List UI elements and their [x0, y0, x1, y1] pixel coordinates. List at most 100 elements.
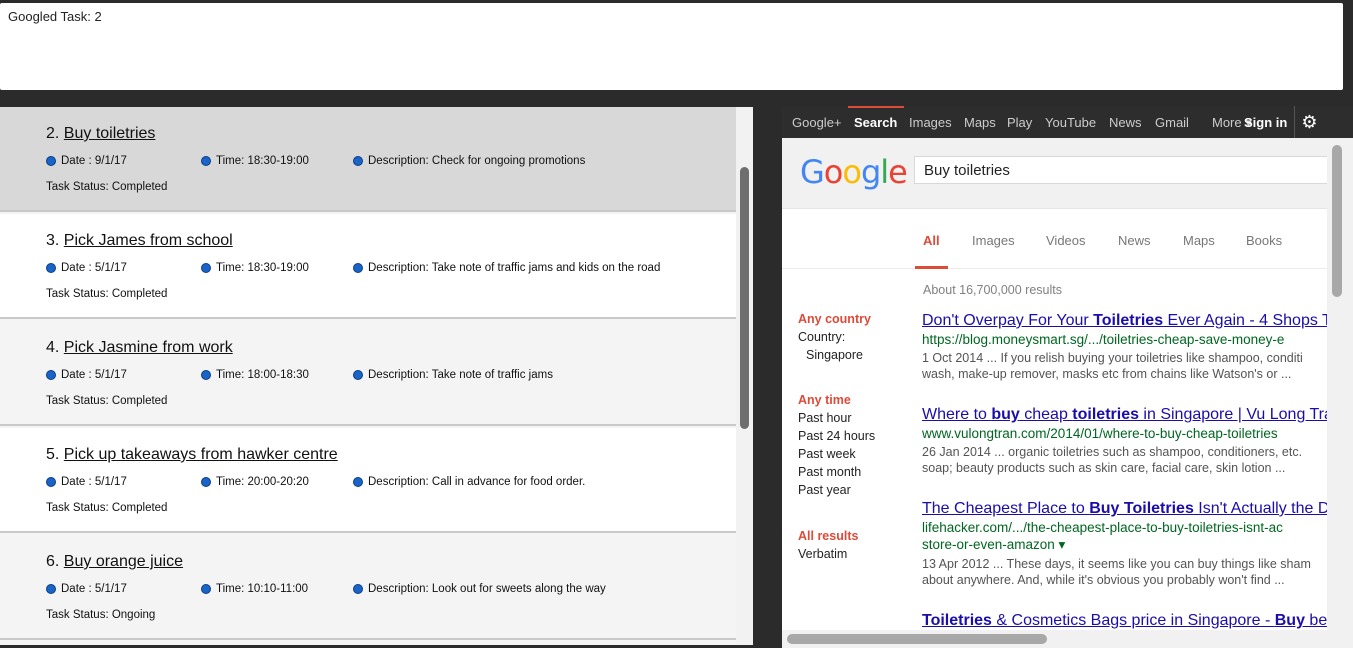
bullet-icon	[46, 263, 56, 273]
result-snippet: 13 Apr 2012 ... These days, it seems lik…	[922, 557, 1311, 587]
result-url: www.vulongtran.com/2014/01/where-to-buy-…	[922, 426, 1278, 441]
filter-verbatim[interactable]: Verbatim	[798, 547, 875, 565]
task-status: Task Status: Completed	[46, 181, 168, 193]
result-title-link[interactable]: Don't Overpay For Your Toiletries Ever A…	[922, 312, 1342, 330]
bullet-icon	[46, 156, 56, 166]
filter-any-time[interactable]: Any time	[798, 393, 875, 411]
bullet-icon	[201, 156, 211, 166]
task-time: Time: 18:30-19:00	[201, 262, 309, 274]
task-status: Task Status: Completed	[46, 395, 168, 407]
task-time: Time: 18:30-19:00	[201, 155, 309, 167]
task-description: Description: Take note of traffic jams	[353, 369, 553, 381]
task-list-panel[interactable]: 2. Buy toiletries Date : 9/1/17 Time: 18:3…	[0, 107, 753, 645]
task-time: Time: 18:00-18:30	[201, 369, 309, 381]
result-title-link[interactable]: The Cheapest Place to Buy Toiletries Isn…	[922, 500, 1342, 518]
task-list-scrollbar[interactable]	[736, 107, 753, 645]
task-card[interactable]: 4. Pick Jasmine from work Date : 5/1/17 Ti…	[0, 321, 736, 426]
bullet-icon	[46, 477, 56, 487]
task-status: Task Status: Ongoing	[46, 609, 156, 621]
filter-past-year[interactable]: Past year	[798, 483, 875, 501]
result-url: lifehacker.com/.../the-cheapest-place-to…	[922, 520, 1283, 535]
task-card[interactable]: 5. Pick up takeaways from hawker centre D…	[0, 428, 736, 533]
task-description: Description: Look out for sweets along t…	[353, 583, 606, 595]
filter-past-month[interactable]: Past month	[798, 465, 875, 483]
browser-horizontal-scroll-thumb[interactable]	[787, 634, 1047, 644]
task-card[interactable]: 3. Pick James from school Date : 5/1/17 Ti…	[0, 214, 736, 319]
bullet-icon	[353, 156, 363, 166]
task-status: Task Status: Completed	[46, 288, 168, 300]
tab-maps[interactable]: Maps	[1183, 233, 1215, 248]
result-url: https://blog.moneysmart.sg/.../toiletrie…	[922, 332, 1285, 347]
browser-vertical-scrollbar[interactable]	[1327, 138, 1353, 648]
gear-icon[interactable]: ⚙	[1294, 106, 1324, 138]
result-url-continued[interactable]: store-or-even-amazon ▾	[922, 537, 1342, 553]
tab-videos[interactable]: Videos	[1046, 233, 1086, 248]
task-card[interactable]: 2. Buy toiletries Date : 9/1/17 Time: 18:3…	[0, 107, 736, 212]
task-title: 4. Pick Jasmine from work	[46, 339, 233, 356]
nav-news[interactable]: News	[1109, 115, 1142, 130]
search-result: Don't Overpay For Your Toiletries Ever A…	[922, 312, 1342, 382]
logo-letter: o	[842, 153, 862, 191]
command-feedback-box: Googled Task: 2	[0, 3, 1343, 90]
result-snippet: 1 Oct 2014 ... If you relish buying your…	[922, 351, 1303, 381]
logo-letter: G	[800, 153, 825, 191]
task-description: Description: Take note of traffic jams a…	[353, 262, 660, 274]
bullet-icon	[201, 370, 211, 380]
tab-all[interactable]: All	[923, 233, 940, 248]
filter-any-country[interactable]: Any country	[798, 312, 875, 330]
filter-country-singapore[interactable]: Singapore	[798, 348, 875, 366]
task-title: 5. Pick up takeaways from hawker centre	[46, 446, 338, 463]
logo-letter: o	[823, 153, 844, 191]
sign-in-link[interactable]: Sign in	[1244, 115, 1287, 130]
task-time: Time: 20:00-20:20	[201, 476, 309, 488]
browser-horizontal-scrollbar[interactable]	[782, 630, 1327, 648]
search-input[interactable]: Buy toiletries	[914, 156, 1334, 184]
nav-images[interactable]: Images	[909, 115, 952, 130]
bullet-icon	[353, 263, 363, 273]
task-date: Date : 5/1/17	[46, 476, 127, 488]
task-date: Date : 9/1/17	[46, 155, 127, 167]
task-date: Date : 5/1/17	[46, 369, 127, 381]
browser-vertical-scroll-thumb[interactable]	[1332, 145, 1342, 297]
nav-gmail[interactable]: Gmail	[1155, 115, 1189, 130]
google-top-bar: Google+ Search Images Maps Play YouTube …	[782, 106, 1353, 138]
nav-search[interactable]: Search	[854, 115, 897, 130]
logo-letter: e	[888, 153, 908, 191]
filter-past-week[interactable]: Past week	[798, 447, 875, 465]
result-snippet: 26 Jan 2014 ... organic toiletries such …	[922, 445, 1303, 475]
filter-country-label: Country:	[798, 330, 846, 344]
tab-images[interactable]: Images	[972, 233, 1015, 248]
task-status: Task Status: Completed	[46, 502, 168, 514]
filter-past-24-hours[interactable]: Past 24 hours	[798, 429, 875, 447]
tab-news[interactable]: News	[1118, 233, 1151, 248]
tab-books[interactable]: Books	[1246, 233, 1282, 248]
result-title-link[interactable]: Toiletries & Cosmetics Bags price in Sin…	[922, 612, 1342, 630]
nav-google-plus[interactable]: Google+	[792, 115, 842, 130]
nav-play[interactable]: Play	[1007, 115, 1032, 130]
logo-letter: g	[860, 153, 881, 191]
task-time: Time: 10:10-11:00	[201, 583, 308, 595]
result-count: About 16,700,000 results	[923, 283, 1062, 297]
filter-past-hour[interactable]: Past hour	[798, 411, 875, 429]
browser-panel[interactable]: Google+ Search Images Maps Play YouTube …	[782, 106, 1353, 648]
task-description: Description: Call in advance for food or…	[353, 476, 585, 488]
task-title: 2. Buy toiletries	[46, 125, 156, 142]
task-list-scroll-thumb[interactable]	[740, 167, 749, 429]
logo-letter: l	[880, 153, 889, 191]
task-title: 3. Pick James from school	[46, 232, 233, 249]
task-card[interactable]: 6. Buy orange juice Date : 5/1/17 Time: 10…	[0, 535, 736, 640]
search-result: The Cheapest Place to Buy Toiletries Isn…	[922, 500, 1342, 588]
active-tab-underline	[915, 266, 948, 269]
bullet-icon	[46, 370, 56, 380]
bullet-icon	[353, 370, 363, 380]
search-tabs: All Images Videos News Maps Books	[782, 209, 1327, 269]
result-title-link[interactable]: Where to buy cheap toiletries in Singapo…	[922, 406, 1342, 424]
nav-maps[interactable]: Maps	[964, 115, 996, 130]
bullet-icon	[353, 477, 363, 487]
bullet-icon	[201, 477, 211, 487]
active-nav-indicator	[848, 106, 904, 108]
google-logo[interactable]: Google	[800, 153, 908, 191]
nav-youtube[interactable]: YouTube	[1045, 115, 1096, 130]
bullet-icon	[201, 263, 211, 273]
filter-all-results[interactable]: All results	[798, 529, 875, 547]
